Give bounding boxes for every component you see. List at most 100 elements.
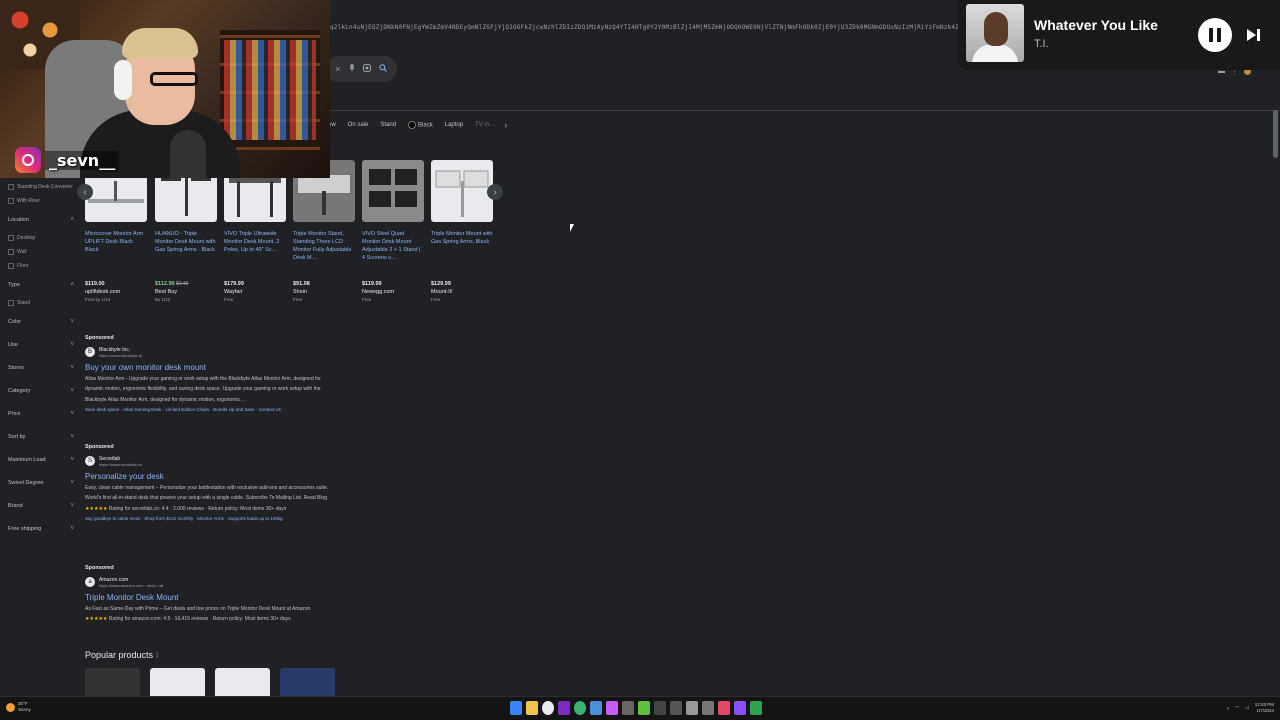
- product-card[interactable]: Triple Monitor Stand, Standing Three LCD…: [293, 160, 355, 304]
- filter-section-color[interactable]: Color ˅: [0, 310, 80, 333]
- product-title[interactable]: Triple Monitor Stand, Standing Three LCD…: [293, 230, 355, 278]
- clear-search-icon[interactable]: ×: [335, 64, 340, 74]
- app-icon[interactable]: [654, 701, 666, 715]
- system-tray: ˄ ◠ ◁ 12:03 PM 1/7/2024: [1227, 702, 1274, 714]
- product-title[interactable]: Triple Monitor Mount with Gas Spring Arm…: [431, 230, 493, 278]
- chip-laptop[interactable]: Laptop: [442, 120, 466, 130]
- carousel-next-icon[interactable]: ›: [487, 184, 503, 200]
- sponsored-ad: Sponsored B Blackbyte Inc. https://www.bl…: [85, 333, 335, 416]
- headphones: [114, 60, 132, 100]
- app-icon[interactable]: [702, 701, 714, 715]
- product-store: Best Buy: [155, 289, 178, 295]
- app-icon[interactable]: [670, 701, 682, 715]
- ad-title-link[interactable]: Personalize your desk: [85, 470, 335, 483]
- chip-black[interactable]: Black: [405, 119, 436, 131]
- app-icon[interactable]: [734, 701, 746, 715]
- popular-product-image[interactable]: [280, 668, 335, 698]
- product-image: [431, 160, 493, 222]
- app-icon[interactable]: [590, 701, 602, 715]
- search-icon[interactable]: [379, 64, 387, 74]
- clock[interactable]: 12:03 PM 1/7/2024: [1255, 702, 1274, 714]
- product-card[interactable]: HUANUO - Triple Monitor Desk Mount with …: [155, 160, 217, 304]
- filter-option[interactable]: With Riser: [0, 194, 80, 208]
- filter-option[interactable]: Wall: [0, 245, 80, 259]
- search-box[interactable]: ×: [325, 56, 397, 82]
- chevron-down-icon: ˅: [70, 410, 74, 417]
- wifi-icon[interactable]: ◠: [1235, 705, 1239, 711]
- app-icon[interactable]: [558, 701, 570, 715]
- tray-arrow-icon[interactable]: ˄: [1227, 706, 1230, 711]
- advertiser-url: https://www.secretlab.co: [99, 461, 143, 467]
- pause-button[interactable]: [1198, 18, 1232, 52]
- filter-chips: ew On sale Stand Black Laptop TV m… ›: [325, 118, 507, 132]
- ad-sitelinks[interactable]: Save desk space · Atlas Gaming Desk · Li…: [85, 405, 335, 416]
- filter-option[interactable]: Stand: [0, 296, 80, 310]
- checkbox[interactable]: [8, 198, 14, 204]
- product-title[interactable]: VIVO Steel Quad Monitor Desk Mount Adjus…: [362, 230, 424, 278]
- filter-section-type[interactable]: Type ˄: [0, 273, 80, 296]
- app-icon[interactable]: [606, 701, 618, 715]
- filter-section-location[interactable]: Location ˄: [0, 208, 80, 231]
- filter-section-brand[interactable]: Brand ˅: [0, 494, 80, 517]
- file-explorer-icon[interactable]: [526, 701, 538, 715]
- start-icon[interactable]: [510, 701, 522, 715]
- popular-product-image[interactable]: [150, 668, 205, 698]
- carousel-prev-icon[interactable]: ‹: [77, 184, 93, 200]
- popular-product-image[interactable]: [85, 668, 140, 698]
- ad-source[interactable]: a Amazon.com https://www.amazon.com › sho…: [85, 577, 335, 588]
- volume-icon[interactable]: ◁: [1245, 705, 1248, 711]
- checkbox[interactable]: [8, 249, 14, 255]
- popular-product-image[interactable]: [215, 668, 270, 698]
- chips-next-icon[interactable]: ›: [504, 120, 507, 130]
- ad-sitelinks[interactable]: Say goodbye to cable mess · Shop from $1…: [85, 514, 335, 525]
- product-card[interactable]: VIVO Steel Quad Monitor Desk Mount Adjus…: [362, 160, 424, 304]
- filter-section-sort-by[interactable]: Sort by ˅: [0, 425, 80, 448]
- spotify-icon[interactable]: [574, 701, 586, 715]
- filter-option[interactable]: Standing Desk Converter: [0, 180, 80, 194]
- checkbox[interactable]: [8, 184, 14, 190]
- filter-section-price[interactable]: Price ˅: [0, 402, 80, 425]
- ad-source[interactable]: B Blackbyte Inc. https://www.blackbyte.ai: [85, 347, 335, 358]
- product-card[interactable]: Triple Monitor Mount with Gas Spring Arm…: [431, 160, 493, 304]
- page-scrollbar[interactable]: [1273, 110, 1278, 158]
- filter-section-stores[interactable]: Stores ˅: [0, 356, 80, 379]
- app-icon[interactable]: [638, 701, 650, 715]
- checkbox[interactable]: [8, 263, 14, 269]
- lens-icon[interactable]: [362, 64, 371, 74]
- sale-price: $112.99: [155, 281, 175, 287]
- chip-stand[interactable]: Stand: [377, 120, 399, 130]
- checkbox[interactable]: [8, 300, 14, 306]
- filter-section-label: Maximum Load: [8, 456, 46, 463]
- product-title[interactable]: HUANUO - Triple Monitor Desk Mount with …: [155, 230, 217, 278]
- ad-title-link[interactable]: Triple Monitor Desk Mount: [85, 591, 335, 604]
- url-bar[interactable]: q2lkLn4sNjEQZjDNkN0FNjEgYWZmZmV4NDEyQmNl…: [330, 24, 960, 40]
- mic-icon[interactable]: [348, 64, 355, 74]
- app-icon[interactable]: [750, 701, 762, 715]
- chrome-icon[interactable]: [542, 701, 554, 715]
- product-title[interactable]: Microcover Monitor Arm UPLIFT Desk Black…: [85, 230, 147, 278]
- next-track-icon[interactable]: [1244, 26, 1262, 44]
- more-options-icon[interactable]: ⁝: [156, 650, 159, 660]
- ad-source[interactable]: S Secretlab https://www.secretlab.co: [85, 456, 335, 467]
- product-card[interactable]: Microcover Monitor Arm UPLIFT Desk Black…: [85, 160, 147, 304]
- filter-option[interactable]: Floor: [0, 259, 80, 273]
- filter-section-category[interactable]: Category ˅: [0, 379, 80, 402]
- filter-option[interactable]: Desktop: [0, 231, 80, 245]
- weather-widget[interactable]: 30°F Sunny: [6, 701, 31, 713]
- product-title[interactable]: VIVO Triple Ultrawide Monitor Desk Mount…: [224, 230, 286, 278]
- chip-tv[interactable]: TV m…: [472, 120, 498, 130]
- advertiser-logo-icon: a: [85, 577, 95, 587]
- app-icon[interactable]: [718, 701, 730, 715]
- chip-on-sale[interactable]: On sale: [345, 120, 372, 130]
- app-icon[interactable]: [622, 701, 634, 715]
- app-icon[interactable]: [686, 701, 698, 715]
- filter-section-use[interactable]: Use ˅: [0, 333, 80, 356]
- filter-section-swivel[interactable]: Swivel Degree ˅: [0, 471, 80, 494]
- checkbox[interactable]: [8, 235, 14, 241]
- chevron-down-icon: ˅: [70, 341, 74, 348]
- filter-section-free-shipping[interactable]: Free shipping ˅: [0, 517, 80, 540]
- product-card[interactable]: VIVO Triple Ultrawide Monitor Desk Mount…: [224, 160, 286, 304]
- filter-section-max-load[interactable]: Maximum Load ˅: [0, 448, 80, 471]
- product-shipping: By 1/22: [155, 297, 171, 302]
- ad-title-link[interactable]: Buy your own monitor desk mount: [85, 361, 335, 374]
